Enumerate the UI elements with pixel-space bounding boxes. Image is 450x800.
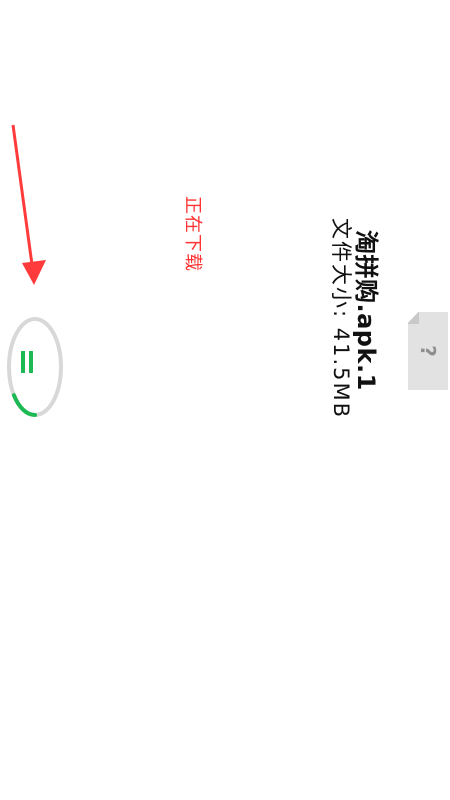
download-card: ? 淘拼购.apk.1 文件大小: 41.5MB 正在下载 xyxy=(0,0,450,800)
download-status: 正在下载 xyxy=(182,196,203,272)
file-icon-glyph: ? xyxy=(416,345,440,357)
progress-ring-icon xyxy=(7,317,63,417)
arrow-icon xyxy=(11,124,46,285)
file-icon: ? xyxy=(408,312,448,390)
file-size: 文件大小: 41.5MB xyxy=(329,218,353,420)
download-pause-button[interactable] xyxy=(5,315,65,419)
